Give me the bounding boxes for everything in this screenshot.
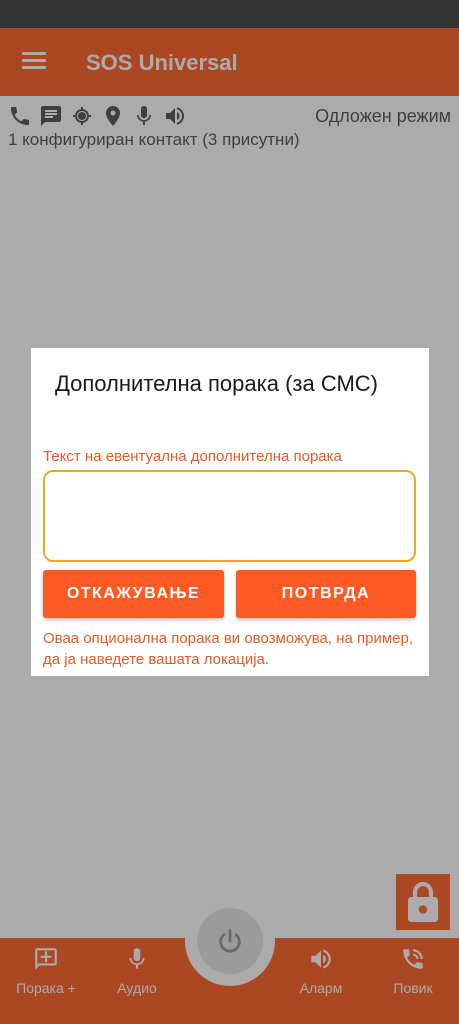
dialog-help-text: Оваа опционална порака ви овозможува, на… <box>43 630 413 668</box>
message-field-label: Текст на евентуална дополнителна порака <box>43 448 342 465</box>
additional-message-dialog: Дополнителна порака (за СМС) Текст на ев… <box>31 348 429 676</box>
message-text-field[interactable] <box>43 470 416 562</box>
cancel-button[interactable]: ОТКАЖУВАЊЕ <box>43 570 224 618</box>
confirm-button[interactable]: ПОТВРДА <box>236 570 416 618</box>
dialog-title: Дополнителна порака (за СМС) <box>55 371 379 396</box>
